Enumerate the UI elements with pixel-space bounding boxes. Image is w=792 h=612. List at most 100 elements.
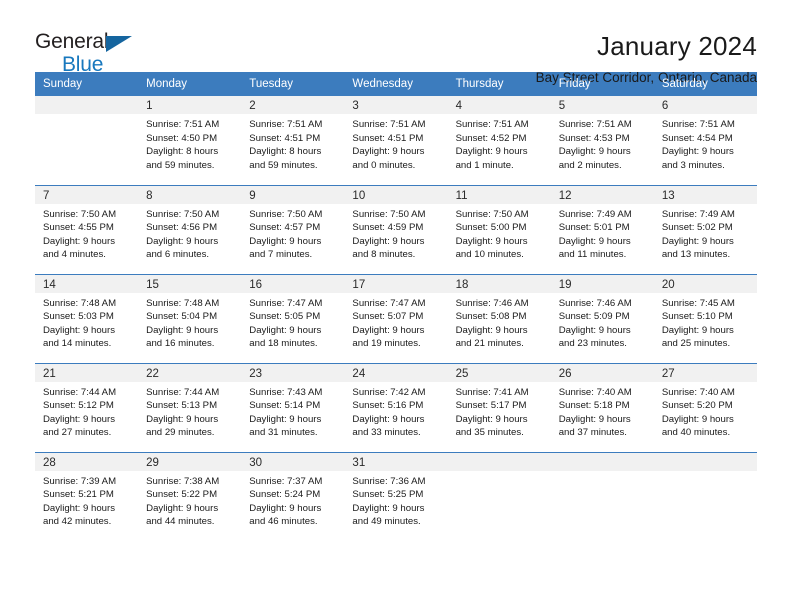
day-daylight2-text: and 31 minutes. bbox=[249, 427, 318, 439]
day-number bbox=[35, 96, 139, 114]
day-sunrise-text: Sunrise: 7:50 AM bbox=[352, 208, 426, 220]
calendar-day-cell[interactable]: 22 Sunrise: 7:44 AM Sunset: 5:13 PM Dayligh… bbox=[138, 362, 242, 452]
day-number: 9 bbox=[241, 185, 345, 204]
day-sunrise-text: Sunrise: 7:51 AM bbox=[455, 119, 529, 130]
calendar-day-cell[interactable]: 26 Sunrise: 7:40 AM Sunset: 5:18 PM Dayligh… bbox=[550, 362, 654, 452]
day-daylight1-text: Daylight: 9 hours bbox=[146, 413, 219, 425]
calendar-day-cell[interactable]: 6 Sunrise: 7:51 AM Sunset: 4:54 PM Daylight… bbox=[653, 96, 757, 185]
calendar-day-cell[interactable]: 9 Sunrise: 7:50 AM Sunset: 4:57 PM Daylight… bbox=[241, 184, 345, 274]
day-sunrise-text: Sunrise: 7:47 AM bbox=[249, 297, 323, 309]
day-sunrise-text: Sunrise: 7:46 AM bbox=[455, 297, 529, 309]
calendar-day-cell[interactable]: 17 Sunrise: 7:47 AM Sunset: 5:07 PM Dayligh… bbox=[344, 273, 448, 363]
calendar-empty-cell bbox=[447, 451, 551, 541]
calendar-day-cell[interactable]: 16 Sunrise: 7:47 AM Sunset: 5:05 PM Dayligh… bbox=[241, 273, 345, 363]
day-daylight1-text: Daylight: 9 hours bbox=[352, 235, 425, 247]
day-sun-info: Sunrise: 7:38 AM Sunset: 5:22 PM Daylight:… bbox=[138, 471, 241, 529]
calendar-day-cell[interactable]: 30 Sunrise: 7:37 AM Sunset: 5:24 PM Dayligh… bbox=[241, 451, 345, 541]
calendar-day-cell[interactable]: 25 Sunrise: 7:41 AM Sunset: 5:17 PM Dayligh… bbox=[447, 362, 551, 452]
calendar-day-cell[interactable]: 7 Sunrise: 7:50 AM Sunset: 4:55 PM Daylight… bbox=[35, 184, 139, 274]
day-sun-info: Sunrise: 7:41 AM Sunset: 5:17 PM Daylight:… bbox=[448, 382, 551, 440]
day-sun-info: Sunrise: 7:50 AM Sunset: 5:00 PM Daylight:… bbox=[448, 204, 551, 262]
calendar-week-row: 28 Sunrise: 7:39 AM Sunset: 5:21 PM Dayligh… bbox=[35, 451, 757, 541]
calendar-day-cell[interactable]: 11 Sunrise: 7:50 AM Sunset: 5:00 PM Dayligh… bbox=[447, 184, 551, 274]
calendar-day-cell[interactable]: 2 Sunrise: 7:51 AM Sunset: 4:51 PM Daylight… bbox=[241, 96, 345, 185]
day-sunrise-text: Sunrise: 7:44 AM bbox=[43, 386, 117, 398]
calendar-day-cell[interactable]: 31 Sunrise: 7:36 AM Sunset: 5:25 PM Dayligh… bbox=[344, 451, 448, 541]
calendar-day-cell[interactable]: 23 Sunrise: 7:43 AM Sunset: 5:14 PM Dayligh… bbox=[241, 362, 345, 452]
day-daylight1-text: Daylight: 9 hours bbox=[352, 413, 425, 425]
generalblue-logo[interactable]: General Blue bbox=[35, 31, 140, 79]
day-sunset-text: Sunset: 4:50 PM bbox=[146, 132, 218, 144]
day-number: 22 bbox=[138, 363, 242, 382]
day-sunset-text: Sunset: 4:54 PM bbox=[661, 132, 733, 144]
day-daylight1-text: Daylight: 9 hours bbox=[146, 324, 219, 336]
day-sun-info: Sunrise: 7:44 AM Sunset: 5:12 PM Daylight:… bbox=[35, 382, 138, 440]
calendar-day-cell[interactable]: 3 Sunrise: 7:51 AM Sunset: 4:51 PM Daylight… bbox=[344, 96, 448, 185]
day-number: 21 bbox=[35, 363, 139, 382]
day-daylight1-text: Daylight: 9 hours bbox=[661, 324, 734, 336]
calendar-day-cell[interactable]: 5 Sunrise: 7:51 AM Sunset: 4:53 PM Daylight… bbox=[550, 96, 654, 185]
day-daylight2-text: and 3 minutes. bbox=[661, 159, 725, 171]
day-sun-info: Sunrise: 7:46 AM Sunset: 5:08 PM Daylight:… bbox=[448, 293, 551, 351]
day-sun-info: Sunrise: 7:43 AM Sunset: 5:14 PM Daylight:… bbox=[241, 382, 344, 440]
day-number: 28 bbox=[35, 452, 139, 471]
day-daylight2-text: and 59 minutes. bbox=[249, 159, 318, 171]
day-sun-info: Sunrise: 7:40 AM Sunset: 5:18 PM Daylight:… bbox=[551, 382, 654, 440]
day-number: 18 bbox=[447, 274, 551, 293]
weekday-header-tuesday: Tuesday bbox=[241, 72, 345, 96]
calendar-day-cell[interactable]: 18 Sunrise: 7:46 AM Sunset: 5:08 PM Dayligh… bbox=[447, 273, 551, 363]
calendar-day-cell[interactable]: 13 Sunrise: 7:49 AM Sunset: 5:02 PM Dayligh… bbox=[653, 184, 757, 274]
day-sunrise-text: Sunrise: 7:44 AM bbox=[146, 386, 220, 398]
day-daylight1-text: Daylight: 9 hours bbox=[558, 324, 631, 336]
day-number: 24 bbox=[344, 363, 448, 382]
day-sunset-text: Sunset: 5:20 PM bbox=[661, 400, 733, 412]
calendar-day-cell[interactable]: 1 Sunrise: 7:51 AM Sunset: 4:50 PM Daylight… bbox=[138, 96, 242, 185]
day-sunrise-text: Sunrise: 7:37 AM bbox=[249, 475, 323, 487]
calendar-day-cell[interactable]: 24 Sunrise: 7:42 AM Sunset: 5:16 PM Dayligh… bbox=[344, 362, 448, 452]
day-sunset-text: Sunset: 5:10 PM bbox=[661, 311, 733, 323]
day-sunrise-text: Sunrise: 7:46 AM bbox=[558, 297, 632, 309]
day-sun-info: Sunrise: 7:51 AM Sunset: 4:53 PM Daylight:… bbox=[551, 114, 654, 172]
calendar-day-cell[interactable]: 8 Sunrise: 7:50 AM Sunset: 4:56 PM Daylight… bbox=[138, 184, 242, 274]
day-number: 14 bbox=[35, 274, 139, 293]
day-daylight1-text: Daylight: 9 hours bbox=[352, 324, 425, 336]
day-daylight2-text: and 14 minutes. bbox=[43, 338, 112, 350]
day-sunrise-text: Sunrise: 7:40 AM bbox=[558, 386, 632, 398]
calendar-day-cell[interactable]: 19 Sunrise: 7:46 AM Sunset: 5:09 PM Dayligh… bbox=[550, 273, 654, 363]
calendar-day-cell[interactable]: 14 Sunrise: 7:48 AM Sunset: 5:03 PM Dayligh… bbox=[35, 273, 139, 363]
day-sun-info: Sunrise: 7:50 AM Sunset: 4:59 PM Daylight:… bbox=[344, 204, 447, 262]
day-number: 31 bbox=[344, 452, 448, 471]
calendar-day-cell[interactable]: 29 Sunrise: 7:38 AM Sunset: 5:22 PM Dayligh… bbox=[138, 451, 242, 541]
day-sunset-text: Sunset: 4:53 PM bbox=[558, 132, 630, 144]
day-sunrise-text: Sunrise: 7:39 AM bbox=[43, 475, 117, 487]
day-sunset-text: Sunset: 5:02 PM bbox=[661, 222, 733, 234]
calendar-empty-cell bbox=[550, 451, 654, 541]
day-number: 3 bbox=[344, 96, 448, 114]
calendar-day-cell[interactable]: 12 Sunrise: 7:49 AM Sunset: 5:01 PM Dayligh… bbox=[550, 184, 654, 274]
calendar-container: Sunday Monday Tuesday Wednesday Thursday… bbox=[0, 72, 792, 541]
calendar-day-cell[interactable]: 21 Sunrise: 7:44 AM Sunset: 5:12 PM Dayligh… bbox=[35, 362, 139, 452]
day-sun-info: Sunrise: 7:47 AM Sunset: 5:07 PM Daylight:… bbox=[344, 293, 447, 351]
calendar-day-cell[interactable]: 20 Sunrise: 7:45 AM Sunset: 5:10 PM Dayligh… bbox=[653, 273, 757, 363]
day-daylight1-text: Daylight: 8 hours bbox=[249, 146, 322, 158]
day-sun-info: Sunrise: 7:37 AM Sunset: 5:24 PM Daylight:… bbox=[241, 471, 344, 529]
day-sunset-text: Sunset: 5:17 PM bbox=[455, 400, 527, 412]
calendar-day-cell[interactable]: 15 Sunrise: 7:48 AM Sunset: 5:04 PM Dayligh… bbox=[138, 273, 242, 363]
calendar-day-cell[interactable]: 28 Sunrise: 7:39 AM Sunset: 5:21 PM Dayligh… bbox=[35, 451, 139, 541]
day-daylight1-text: Daylight: 9 hours bbox=[455, 413, 528, 425]
day-daylight2-text: and 49 minutes. bbox=[352, 516, 421, 528]
day-sun-info: Sunrise: 7:36 AM Sunset: 5:25 PM Daylight:… bbox=[344, 471, 447, 529]
day-sunrise-text: Sunrise: 7:51 AM bbox=[661, 119, 735, 130]
calendar-day-cell[interactable]: 10 Sunrise: 7:50 AM Sunset: 4:59 PM Dayligh… bbox=[344, 184, 448, 274]
day-sun-info: Sunrise: 7:51 AM Sunset: 4:51 PM Daylight:… bbox=[344, 114, 447, 172]
day-sunset-text: Sunset: 5:09 PM bbox=[558, 311, 630, 323]
day-number: 23 bbox=[241, 363, 345, 382]
calendar-day-cell[interactable]: 4 Sunrise: 7:51 AM Sunset: 4:52 PM Daylight… bbox=[447, 96, 551, 185]
day-sunrise-text: Sunrise: 7:38 AM bbox=[146, 475, 220, 487]
day-sunrise-text: Sunrise: 7:49 AM bbox=[661, 208, 735, 220]
day-sunset-text: Sunset: 5:00 PM bbox=[455, 222, 527, 234]
day-sunrise-text: Sunrise: 7:47 AM bbox=[352, 297, 426, 309]
calendar-day-cell[interactable]: 27 Sunrise: 7:40 AM Sunset: 5:20 PM Dayligh… bbox=[653, 362, 757, 452]
day-number: 30 bbox=[241, 452, 345, 471]
day-number: 15 bbox=[138, 274, 242, 293]
